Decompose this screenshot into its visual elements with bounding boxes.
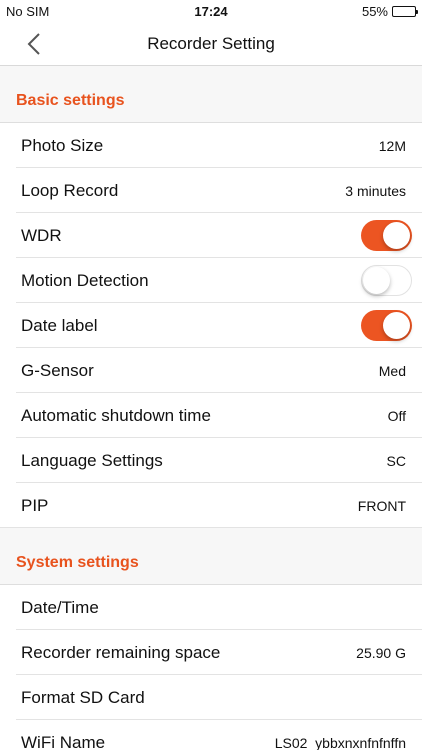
row-label: Automatic shutdown time [21,405,211,425]
battery-status: 55% [361,3,418,19]
chevron-left-icon [27,33,40,55]
row-label: Format SD Card [21,687,145,707]
row-value: FRONT [357,497,406,514]
row-pip[interactable]: PIP FRONT [0,483,422,528]
toggle-knob [383,222,410,249]
wdr-toggle[interactable] [361,220,412,251]
row-motion-detection: Motion Detection [0,258,422,303]
carrier-label: No SIM [6,3,50,19]
row-label: PIP [21,495,49,515]
row-label: Photo Size [21,135,104,155]
navigation-bar: Recorder Setting [0,22,422,66]
row-label: Date/Time [21,597,99,617]
battery-icon [392,5,418,17]
row-label: Language Settings [21,450,163,470]
row-label: Loop Record [21,180,119,200]
row-language[interactable]: Language Settings SC [0,438,422,483]
row-wifi-name[interactable]: WiFi Name LS02_ybbxnxnfnfnffn [0,720,422,750]
row-value: Off [387,407,406,424]
row-loop-record[interactable]: Loop Record 3 minutes [0,168,422,213]
row-value: 12M [378,137,406,154]
row-remaining-space: Recorder remaining space 25.90 G [0,630,422,675]
toggle-knob [363,267,390,294]
row-label: Date label [21,315,98,335]
section-header-basic: Basic settings [0,66,422,123]
row-format-sd[interactable]: Format SD Card [0,675,422,720]
row-value: 25.90 G [356,644,406,661]
row-value: LS02_ybbxnxnfnfnffn [274,734,406,750]
row-auto-shutdown[interactable]: Automatic shutdown time Off [0,393,422,438]
row-label: WiFi Name [21,732,106,750]
row-g-sensor[interactable]: G-Sensor Med [0,348,422,393]
status-bar: No SIM 17:24 55% [0,0,422,22]
row-label: G-Sensor [21,360,94,380]
motion-detection-toggle[interactable] [361,265,412,296]
row-wdr: WDR [0,213,422,258]
row-date-label: Date label [0,303,422,348]
row-label: Motion Detection [21,270,149,290]
row-value: Med [378,362,406,379]
toggle-knob [383,312,410,339]
row-label: WDR [21,225,62,245]
page-title: Recorder Setting [147,33,275,53]
battery-percent: 55% [361,3,388,19]
section-header-system: System settings [0,528,422,585]
row-value: SC [386,452,406,469]
date-label-toggle[interactable] [361,310,412,341]
row-label: Recorder remaining space [21,642,221,662]
status-time: 17:24 [194,3,228,19]
row-date-time[interactable]: Date/Time [0,585,422,630]
section-title-system: System settings [16,554,139,571]
back-button[interactable] [22,30,46,58]
row-photo-size[interactable]: Photo Size 12M [0,123,422,168]
section-title-basic: Basic settings [16,92,125,109]
row-value: 3 minutes [345,182,406,199]
